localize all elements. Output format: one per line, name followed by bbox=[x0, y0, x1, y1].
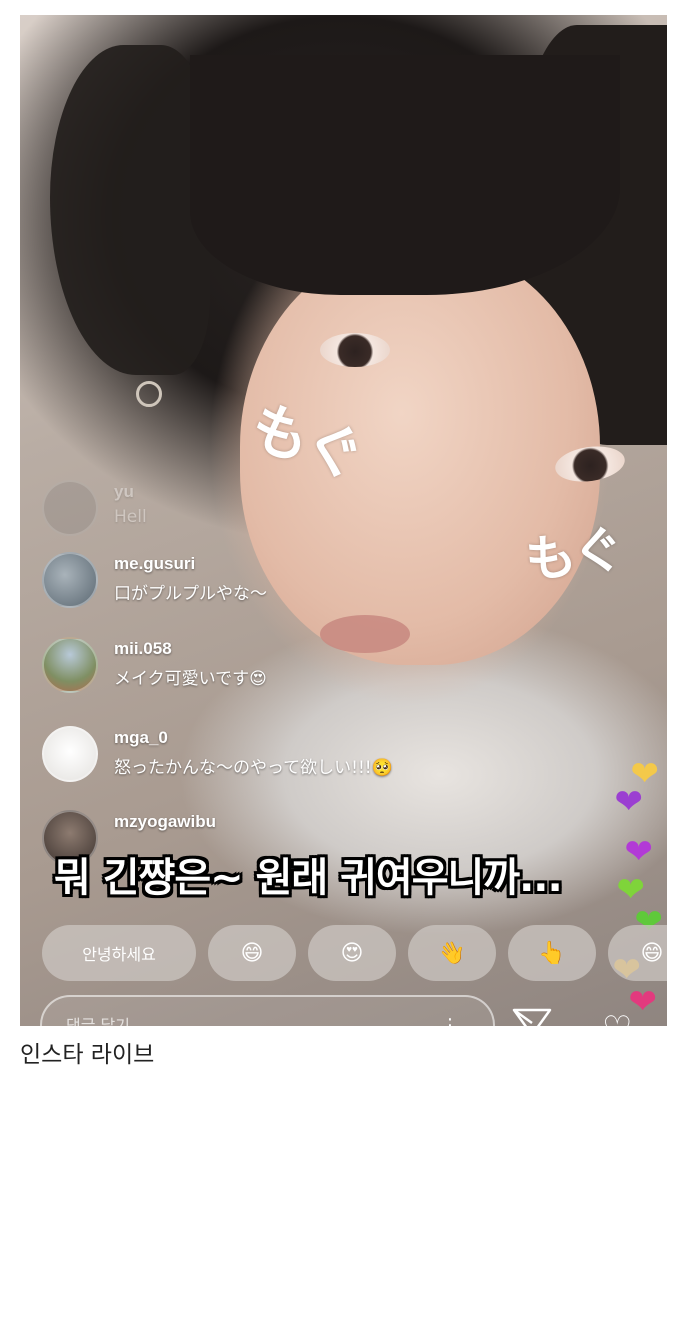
comment-text: メイク可愛いです😍 bbox=[114, 669, 267, 689]
send-icon[interactable] bbox=[512, 1007, 552, 1026]
image-caption: 인스타 라이브 bbox=[20, 1042, 155, 1068]
streamer-lips bbox=[320, 615, 410, 653]
comment-item: yu Hell bbox=[42, 480, 147, 536]
comment-input[interactable] bbox=[42, 997, 493, 1026]
comment-text: 口がプルプルやな〜 bbox=[114, 584, 267, 604]
live-video-frame: もぐ もぐ yu Hell me.gusuri 口がプルプルやな〜 mii.05… bbox=[20, 15, 667, 1026]
quick-reply-smile[interactable]: 😄 bbox=[608, 925, 667, 981]
background-hair-left bbox=[50, 45, 210, 375]
comment-text: Hell bbox=[114, 507, 147, 527]
quick-reply-grin[interactable]: 😄 bbox=[208, 925, 296, 981]
comment-item: me.gusuri 口がプルプルやな〜 bbox=[42, 552, 267, 608]
heart-icon[interactable]: ♡ bbox=[602, 1009, 642, 1026]
quick-reply-wave[interactable]: 👋 bbox=[408, 925, 496, 981]
more-dots-icon[interactable]: ⋮ bbox=[441, 1015, 459, 1026]
video-subtitle: 뭐 긴쨩은~ 원래 귀여우니까... bbox=[54, 855, 563, 901]
quick-reply-greeting[interactable]: 안녕하세요 bbox=[42, 925, 196, 981]
streamer-eye-left bbox=[320, 333, 390, 367]
face-sticker-mogu-2: もぐ bbox=[521, 519, 626, 591]
comment-item: mga_0 怒ったかんな〜のやって欲しい!!!🥺 bbox=[42, 726, 393, 782]
comment-username[interactable]: mga_0 bbox=[114, 728, 393, 748]
heart-icon: ❤ bbox=[624, 832, 654, 872]
quick-reply-heart-eyes[interactable]: 😍 bbox=[308, 925, 396, 981]
avatar[interactable] bbox=[42, 637, 98, 693]
quick-reply-point-up[interactable]: 👆 bbox=[508, 925, 596, 981]
comment-item: mii.058 メイク可愛いです😍 bbox=[42, 637, 267, 693]
background-bangs bbox=[190, 55, 620, 295]
comment-input-box[interactable]: ⋮ bbox=[40, 995, 495, 1026]
heart-icon: ❤ bbox=[614, 782, 644, 822]
comment-username[interactable]: mzyogawibu bbox=[114, 812, 216, 832]
avatar[interactable] bbox=[42, 726, 98, 782]
earring bbox=[136, 381, 162, 407]
comment-username[interactable]: mii.058 bbox=[114, 639, 267, 659]
avatar[interactable] bbox=[42, 480, 98, 536]
comment-text: 怒ったかんな〜のやって欲しい!!!🥺 bbox=[114, 758, 393, 778]
comment-username[interactable]: yu bbox=[114, 482, 147, 502]
quick-reply-row: 안녕하세요 😄 😍 👋 👆 😄 bbox=[42, 925, 667, 981]
avatar[interactable] bbox=[42, 552, 98, 608]
comment-username[interactable]: me.gusuri bbox=[114, 554, 267, 574]
